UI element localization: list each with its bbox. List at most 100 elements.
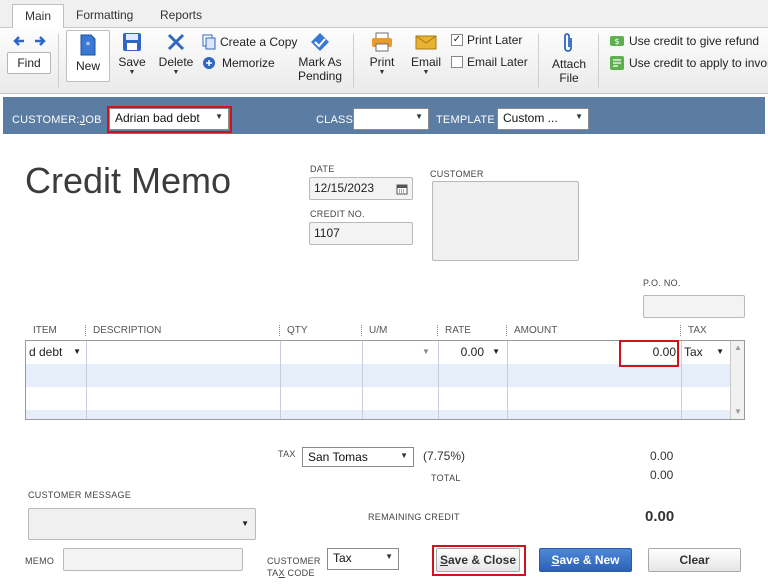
use-credit-refund-label: Use credit to give refund: [629, 34, 760, 48]
printer-icon: [372, 32, 392, 52]
print-later-check-icon[interactable]: ✓: [451, 34, 463, 46]
apply-invoice-icon: [610, 56, 624, 70]
customer-label: CUSTOMER: [430, 169, 484, 179]
credit-no-value: 1107: [314, 226, 340, 240]
save-icon: [123, 33, 141, 51]
chevron-down-icon[interactable]: ▼: [385, 552, 393, 561]
tax-item-select[interactable]: San Tomas ▼: [302, 447, 414, 467]
use-credit-invoice-button[interactable]: Use credit to apply to invoice: [609, 55, 768, 71]
tax-label: TAX: [278, 449, 296, 459]
col-header-amount: AMOUNT: [514, 325, 558, 336]
tax-cell[interactable]: Tax ▼: [684, 345, 730, 359]
date-value: 12/15/2023: [314, 181, 375, 195]
memo-field[interactable]: [63, 548, 243, 571]
print-later-checkbox[interactable]: ✓ Print Later: [451, 33, 522, 47]
chevron-down-icon[interactable]: ▼: [575, 112, 583, 121]
page-title: Credit Memo: [25, 160, 232, 201]
delete-dropdown-icon[interactable]: ▼: [156, 69, 196, 77]
print-button[interactable]: Print ▼: [364, 32, 400, 77]
create-copy-button[interactable]: Create a Copy: [202, 34, 297, 50]
chevron-down-icon[interactable]: ▼: [415, 112, 423, 121]
item-cell[interactable]: d debt ▼: [29, 345, 85, 359]
email-label: Email: [410, 55, 441, 69]
save-new-button[interactable]: Save & New: [539, 548, 632, 572]
table-row[interactable]: [26, 387, 731, 410]
attach-label-1: Attach: [551, 57, 587, 71]
scroll-down-icon[interactable]: ▼: [734, 407, 742, 416]
grid-scrollbar[interactable]: ▲ ▼: [730, 341, 744, 419]
tab-formatting[interactable]: Formatting: [64, 6, 145, 28]
chevron-down-icon[interactable]: ▼: [492, 347, 500, 356]
tab-reports[interactable]: Reports: [148, 6, 214, 28]
next-arrow-icon[interactable]: [33, 34, 47, 51]
toolbar: Find * New Save ▼ Delete ▼ Create a Copy…: [0, 28, 768, 94]
tax-rate: (7.75%): [423, 449, 466, 463]
customer-tax-code-label-1: CUSTOMER: [267, 556, 321, 566]
email-button[interactable]: Email ▼: [407, 32, 445, 77]
credit-no-field[interactable]: 1107: [309, 222, 413, 245]
um-dropdown-icon[interactable]: ▼: [422, 347, 430, 356]
save-dropdown-icon[interactable]: ▼: [114, 69, 150, 77]
tab-main[interactable]: Main: [12, 4, 65, 29]
customer-message-select[interactable]: ▼: [28, 508, 256, 540]
class-select[interactable]: ▼: [353, 108, 429, 130]
copy-icon: [202, 34, 216, 50]
previous-arrow-icon[interactable]: [12, 34, 26, 51]
refund-icon: $: [610, 36, 624, 46]
email-envelope-icon: [415, 35, 437, 50]
save-label: Save: [118, 55, 146, 69]
find-button[interactable]: Find: [7, 52, 51, 74]
po-number-field[interactable]: [643, 295, 745, 318]
class-label: CLASS: [316, 114, 354, 126]
memo-label: MEMO: [25, 556, 55, 566]
remaining-credit-value: 0.00: [645, 508, 675, 525]
print-dropdown-icon[interactable]: ▼: [364, 69, 400, 77]
memorize-icon: [203, 57, 215, 69]
new-button[interactable]: * New: [66, 30, 110, 82]
mark-as-pending-button[interactable]: Mark As Pending: [296, 32, 344, 83]
delete-button[interactable]: Delete ▼: [156, 32, 196, 77]
email-later-check-icon[interactable]: [451, 56, 463, 68]
date-field[interactable]: 12/15/2023: [309, 177, 413, 200]
save-button[interactable]: Save ▼: [114, 32, 150, 77]
col-header-item: ITEM: [33, 325, 57, 336]
rate-cell[interactable]: 0.00 ▼: [439, 345, 506, 359]
customer-tax-code-label-2: TAX CODE: [267, 568, 315, 578]
date-label: DATE: [310, 164, 335, 174]
print-later-label: Print Later: [467, 33, 523, 47]
use-credit-invoice-label: Use credit to apply to invoice: [629, 56, 768, 70]
amount-highlight: [619, 340, 679, 367]
email-later-checkbox[interactable]: Email Later: [451, 55, 528, 69]
customer-tax-code-select[interactable]: Tax ▼: [327, 548, 399, 570]
save-close-highlight: [432, 545, 526, 576]
delete-x-icon: [167, 33, 185, 51]
po-number-label: P.O. NO.: [643, 278, 681, 288]
paperclip-icon: [564, 33, 572, 52]
template-select[interactable]: Custom ... ▼: [497, 108, 589, 130]
calendar-icon[interactable]: [396, 183, 408, 195]
col-header-description: DESCRIPTION: [93, 325, 162, 336]
customer-job-highlight: [107, 106, 232, 133]
clear-button[interactable]: Clear: [648, 548, 741, 572]
chevron-down-icon[interactable]: ▼: [716, 347, 724, 356]
new-document-icon: *: [80, 34, 96, 56]
rate-value: 0.00: [460, 345, 484, 359]
line-items-header: ITEM DESCRIPTION QTY U/M RATE AMOUNT TAX: [25, 322, 745, 340]
customer-message-label: CUSTOMER MESSAGE: [28, 490, 132, 500]
delete-label: Delete: [158, 55, 194, 69]
print-label: Print: [369, 55, 395, 69]
email-dropdown-icon[interactable]: ▼: [407, 69, 445, 77]
table-row[interactable]: [26, 364, 731, 387]
customer-address-field[interactable]: [432, 181, 579, 261]
use-credit-refund-button[interactable]: $ Use credit to give refund: [609, 33, 759, 49]
memorize-button[interactable]: Memorize: [202, 56, 275, 70]
scroll-up-icon[interactable]: ▲: [734, 343, 742, 352]
chevron-down-icon[interactable]: ▼: [400, 451, 408, 460]
table-row[interactable]: [26, 410, 731, 419]
template-label: TEMPLATE: [436, 114, 495, 126]
attach-file-button[interactable]: Attach File: [548, 32, 590, 85]
mark-as-pending-label-1: Mark As: [298, 55, 342, 69]
col-header-rate: RATE: [445, 325, 471, 336]
chevron-down-icon[interactable]: ▼: [73, 347, 81, 356]
chevron-down-icon[interactable]: ▼: [241, 519, 249, 528]
